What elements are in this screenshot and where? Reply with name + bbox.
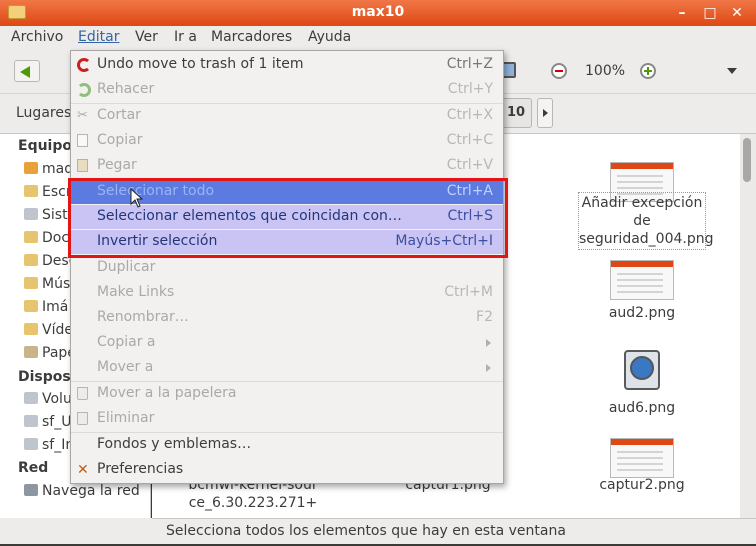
network-icon bbox=[24, 484, 38, 496]
file-thumbnail[interactable] bbox=[610, 438, 674, 478]
places-label[interactable]: Lugares bbox=[16, 105, 71, 121]
undo-icon bbox=[77, 58, 91, 72]
file-label[interactable]: captur2.png bbox=[582, 476, 702, 494]
scrollbar-thumb[interactable] bbox=[743, 138, 751, 182]
menu-ayuda[interactable]: Ayuda bbox=[308, 29, 351, 45]
menu-ir-a[interactable]: Ir a bbox=[174, 29, 197, 45]
paste-icon bbox=[77, 159, 88, 172]
file-label[interactable]: aud6.png bbox=[592, 399, 692, 417]
folder-icon bbox=[24, 254, 38, 266]
menu-item-redo[interactable]: Rehacer Ctrl+Y bbox=[71, 78, 503, 102]
drive-icon bbox=[24, 438, 38, 450]
file-label[interactable]: Añadir excepción de seguridad_004.png bbox=[578, 192, 713, 250]
menu-item-cut[interactable]: ✂ Cortar Ctrl+X bbox=[71, 104, 503, 128]
minimize-icon[interactable]: – bbox=[672, 3, 692, 23]
submenu-arrow-icon bbox=[486, 339, 491, 347]
menu-item-move-to-trash[interactable]: Mover a la papelera bbox=[71, 382, 503, 406]
menu-item-copy[interactable]: Copiar Ctrl+C bbox=[71, 129, 503, 153]
back-icon[interactable] bbox=[14, 60, 40, 82]
sidebar-item[interactable]: Víde bbox=[24, 322, 73, 342]
image-file-icon[interactable] bbox=[624, 350, 660, 390]
sidebar-item[interactable]: Pape bbox=[24, 345, 76, 365]
sidebar-item[interactable]: Imá bbox=[24, 299, 68, 319]
sidebar-heading-equipo: Equipo bbox=[18, 138, 72, 154]
sidebar-item[interactable]: Navega la red bbox=[24, 483, 140, 503]
title-bar: max10 – □ ✕ bbox=[0, 0, 756, 26]
sidebar-item[interactable]: Sist bbox=[24, 207, 68, 227]
file-label[interactable]: aud2.png bbox=[592, 304, 692, 322]
status-text: Selecciona todos los elementos que hay e… bbox=[166, 523, 566, 539]
close-icon[interactable]: ✕ bbox=[727, 3, 747, 23]
dropdown-arrow-icon[interactable] bbox=[727, 68, 737, 74]
menu-item-paste[interactable]: Pegar Ctrl+V bbox=[71, 154, 503, 178]
sidebar-heading-red: Red bbox=[18, 460, 49, 476]
path-button[interactable]: 10 bbox=[500, 98, 532, 128]
home-folder-icon bbox=[24, 162, 38, 174]
path-fragment: 10 bbox=[506, 105, 526, 120]
folder-icon bbox=[24, 231, 38, 243]
sidebar-item[interactable]: Escr bbox=[24, 184, 72, 204]
menu-item-make-links[interactable]: Make Links Ctrl+M bbox=[71, 281, 503, 305]
menu-editar[interactable]: Editar bbox=[78, 29, 119, 45]
path-next-button[interactable] bbox=[537, 98, 553, 128]
menu-item-delete[interactable]: Eliminar bbox=[71, 407, 503, 431]
status-bar: Selecciona todos los elementos que hay e… bbox=[152, 518, 756, 544]
sidebar-item[interactable]: sf_In bbox=[24, 437, 74, 457]
delete-icon bbox=[77, 412, 88, 425]
sidebar-footer bbox=[0, 518, 152, 544]
pictures-folder-icon bbox=[24, 300, 38, 312]
zoom-in-icon[interactable] bbox=[640, 63, 656, 79]
sidebar-heading-dispositivos: Disposi bbox=[18, 369, 76, 385]
trash-icon bbox=[77, 387, 88, 400]
zoom-level: 100% bbox=[585, 63, 626, 79]
preferences-icon: ✕ bbox=[77, 462, 89, 478]
desktop-folder-icon bbox=[24, 185, 38, 197]
trash-icon bbox=[24, 346, 38, 358]
drive-icon bbox=[24, 392, 38, 404]
drive-icon bbox=[24, 415, 38, 427]
maximize-icon[interactable]: □ bbox=[700, 3, 720, 23]
mouse-pointer-icon bbox=[130, 188, 144, 208]
sidebar-item[interactable]: Volu bbox=[24, 391, 72, 411]
vertical-scrollbar[interactable] bbox=[740, 134, 756, 518]
submenu-arrow-icon bbox=[486, 364, 491, 372]
zoom-out-icon[interactable] bbox=[551, 63, 567, 79]
menu-item-preferences[interactable]: ✕ Preferencias bbox=[71, 458, 503, 482]
menu-ver[interactable]: Ver bbox=[135, 29, 158, 45]
window-title: max10 bbox=[351, 4, 405, 20]
videos-folder-icon bbox=[24, 323, 38, 335]
sidebar-item[interactable]: sf_U bbox=[24, 414, 71, 434]
menu-item-duplicate[interactable]: Duplicar bbox=[71, 256, 503, 280]
scissors-icon: ✂ bbox=[77, 108, 88, 123]
file-thumbnail[interactable] bbox=[610, 260, 674, 300]
music-folder-icon bbox=[24, 277, 38, 289]
sidebar-item[interactable]: mad bbox=[24, 161, 73, 181]
redo-icon bbox=[77, 83, 91, 97]
menu-archivo[interactable]: Archivo bbox=[11, 29, 63, 45]
menu-item-undo[interactable]: Undo move to trash of 1 item Ctrl+Z bbox=[71, 53, 503, 77]
drive-icon bbox=[24, 208, 38, 220]
menu-item-rename[interactable]: Renombrar… F2 bbox=[71, 306, 503, 330]
sidebar-item[interactable]: Mús bbox=[24, 276, 70, 296]
copy-icon bbox=[77, 134, 88, 147]
sidebar-item[interactable]: Doc bbox=[24, 230, 69, 250]
menu-item-move-to[interactable]: Mover a bbox=[71, 356, 503, 380]
edit-menu: Undo move to trash of 1 item Ctrl+Z Reha… bbox=[70, 50, 504, 484]
menu-item-backgrounds[interactable]: Fondos y emblemas… bbox=[71, 433, 503, 457]
menu-bar: Archivo Editar Ver Ir a Marcadores Ayuda bbox=[0, 26, 756, 50]
menu-marcadores[interactable]: Marcadores bbox=[211, 29, 292, 45]
menu-item-copy-to[interactable]: Copiar a bbox=[71, 331, 503, 355]
